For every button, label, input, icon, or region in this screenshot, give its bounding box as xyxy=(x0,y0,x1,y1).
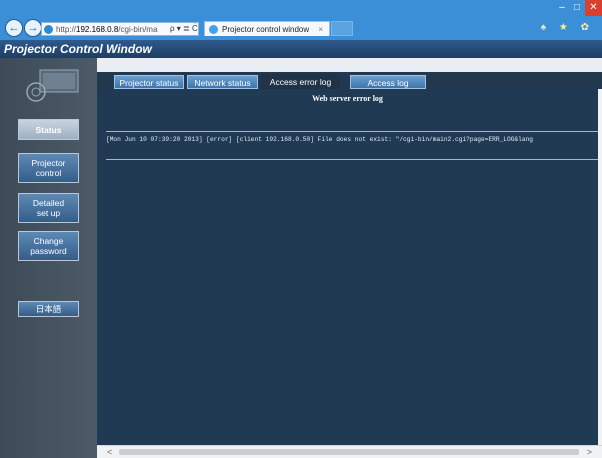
browser-tool-icons[interactable]: ♠ ★ ✿ xyxy=(541,22,594,33)
tab-projector-status[interactable]: Projector status xyxy=(114,75,184,89)
tab-network-status[interactable]: Network status xyxy=(187,75,258,89)
sidebar-item-projector-control[interactable]: Projector control xyxy=(18,153,79,183)
scroll-left-icon[interactable]: < xyxy=(107,446,112,458)
maximize-button[interactable]: □ xyxy=(570,0,584,16)
sidebar-item-japanese[interactable]: 日本語 xyxy=(18,301,79,317)
sidebar-item-change-password[interactable]: Change password xyxy=(18,231,79,261)
horizontal-scrollbar[interactable]: < > xyxy=(97,445,602,458)
log-entry: [Mon Jun 10 07:39:20 2013] [error] [clie… xyxy=(106,136,534,143)
new-tab-button[interactable] xyxy=(331,21,353,36)
log-content-area: Web server error log [Mon Jun 10 07:39:2… xyxy=(97,89,598,445)
address-tools[interactable]: ρ ▾ ≣ Ċ xyxy=(170,22,198,36)
forward-button[interactable]: → xyxy=(24,19,42,37)
browser-tab[interactable]: Projector control window × xyxy=(204,21,330,36)
log-heading: Web server error log xyxy=(312,94,383,103)
address-host: 192.168.0.8 xyxy=(76,25,119,34)
tab-title: Projector control window xyxy=(222,25,310,34)
main-panel: Projector status Network status Access e… xyxy=(97,58,602,458)
sidebar-item-status[interactable]: Status xyxy=(18,119,79,140)
divider xyxy=(106,159,598,160)
address-path: /cgi-bin/ma xyxy=(118,25,158,34)
divider xyxy=(106,131,598,132)
projector-logo-icon xyxy=(26,69,79,102)
scroll-thumb[interactable] xyxy=(119,449,579,455)
page-title: Projector Control Window xyxy=(0,40,602,58)
tab-access-error-log[interactable]: Access error log xyxy=(261,74,340,89)
back-button[interactable]: ← xyxy=(5,19,23,37)
page-icon xyxy=(209,25,218,34)
scroll-right-icon[interactable]: > xyxy=(587,446,592,458)
sidebar-item-detailed-setup[interactable]: Detailed set up xyxy=(18,193,79,223)
ie-icon xyxy=(43,24,54,35)
tab-close-icon[interactable]: × xyxy=(318,22,323,37)
browser-chrome: – □ ✕ ← → http://192.168.0.8/cgi-bin/ma … xyxy=(0,0,602,40)
sidebar: Status Projector control Detailed set up… xyxy=(0,58,97,458)
vertical-scrollbar[interactable] xyxy=(598,89,602,445)
minimize-button[interactable]: – xyxy=(555,0,569,16)
tab-access-log[interactable]: Access log xyxy=(350,75,426,89)
close-window-button[interactable]: ✕ xyxy=(585,0,602,16)
address-prefix: http:// xyxy=(56,25,77,34)
